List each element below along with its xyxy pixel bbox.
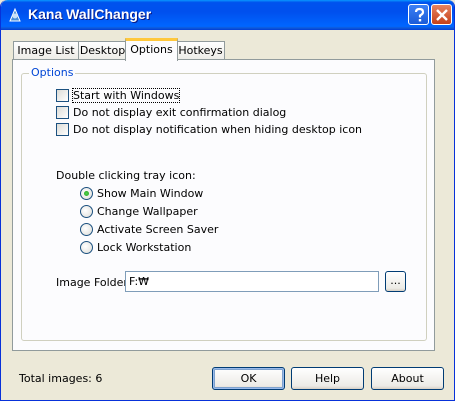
checkbox-label: Start with Windows: [71, 88, 181, 103]
tab-desktop[interactable]: Desktop: [78, 41, 127, 60]
help-title-button[interactable]: [408, 4, 429, 25]
checkbox-box[interactable]: [56, 123, 69, 136]
app-icon: [9, 7, 21, 22]
checkbox-label: Do not display notification when hiding …: [73, 123, 363, 136]
image-folder-input[interactable]: F:₩: [125, 271, 379, 292]
window-title: Kana WallChanger: [28, 6, 152, 22]
options-tab-panel: Options Start with Windows Do not displa…: [12, 59, 435, 351]
close-icon: [436, 9, 448, 21]
main-window: Kana WallChanger Image List Desktop Opti…: [0, 0, 455, 401]
browse-folder-button[interactable]: ...: [385, 271, 406, 292]
checkbox-box[interactable]: [56, 106, 69, 119]
close-button[interactable]: [431, 4, 452, 25]
help-button[interactable]: Help: [291, 367, 364, 390]
options-group-label: Options: [29, 66, 76, 79]
tab-options[interactable]: Options: [125, 38, 178, 61]
dialog-client: Image List Desktop Options Hotkeys Optio…: [4, 30, 451, 398]
help-icon: [414, 7, 425, 22]
image-folder-label: Image Folder:: [56, 276, 132, 289]
tab-hotkeys[interactable]: Hotkeys: [176, 41, 225, 60]
ok-button[interactable]: OK: [212, 367, 285, 390]
radio-label: Lock Workstation: [97, 241, 192, 254]
radio-selected-dot: [84, 191, 89, 196]
radio-label: Change Wallpaper: [97, 205, 198, 218]
title-bar[interactable]: Kana WallChanger: [1, 0, 454, 30]
radio-label: Show Main Window: [97, 187, 204, 200]
radio-circle[interactable]: [80, 223, 93, 236]
options-groupbox: Options Start with Windows Do not displa…: [21, 66, 427, 341]
checkbox-label: Do not display exit confirmation dialog: [73, 106, 287, 119]
radio-label: Activate Screen Saver: [97, 223, 219, 236]
tray-click-label: Double clicking tray icon:: [56, 169, 196, 182]
radio-circle[interactable]: [80, 241, 93, 254]
tab-image-list[interactable]: Image List: [13, 41, 79, 60]
total-images-status: Total images: 6: [19, 372, 103, 385]
checkbox-box[interactable]: [56, 89, 69, 102]
about-button[interactable]: About: [371, 367, 444, 390]
radio-circle[interactable]: [80, 187, 93, 200]
radio-circle[interactable]: [80, 205, 93, 218]
